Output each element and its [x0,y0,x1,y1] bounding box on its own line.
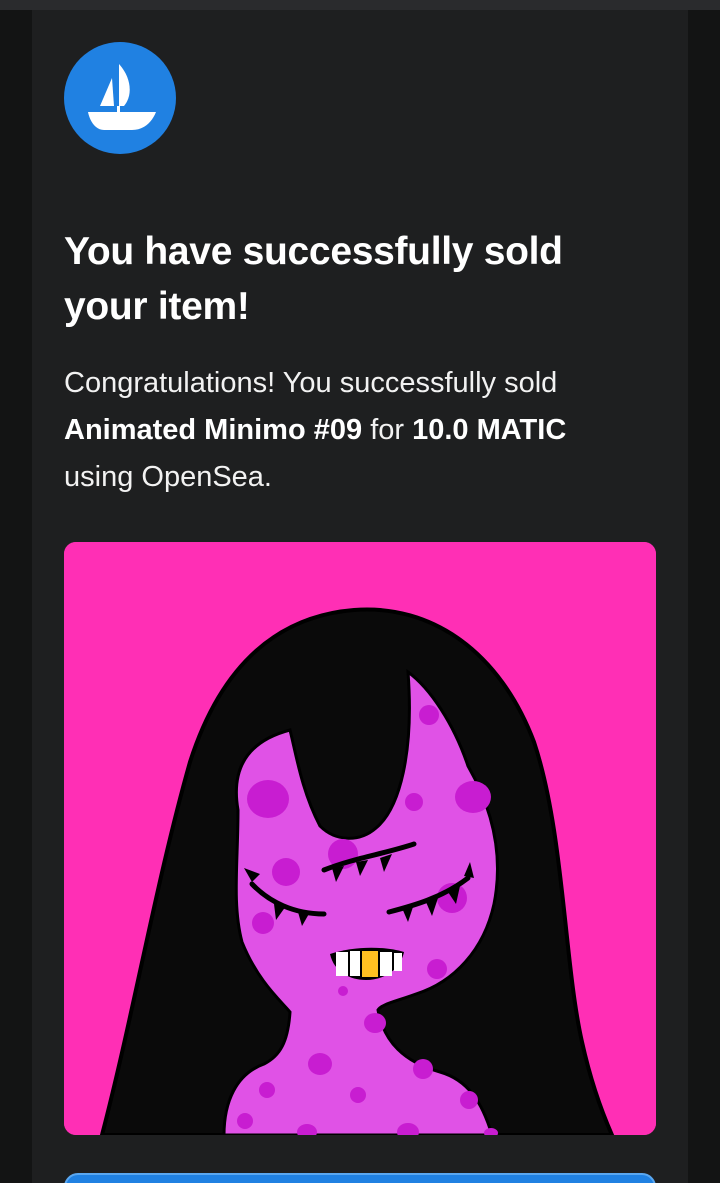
message-suffix: using OpenSea. [64,461,272,493]
opensea-ship-icon[interactable] [64,42,176,154]
message-prefix: Congratulations! You successfully sold [64,367,558,399]
item-name[interactable]: Animated Minimo #09 [64,414,362,446]
email-card: You have successfully sold your item! Co… [32,10,688,1183]
nft-image[interactable] [64,542,656,1135]
sale-price: 10.0 MATIC [412,414,567,446]
sale-message: Congratulations! You successfully sold An… [64,360,644,501]
page-title: You have successfully sold your item! [64,230,563,328]
message-connector: for [370,414,405,446]
animated-minimo-09-artwork [64,542,656,1135]
view-item-button[interactable] [64,1173,656,1183]
top-bar [0,0,720,10]
